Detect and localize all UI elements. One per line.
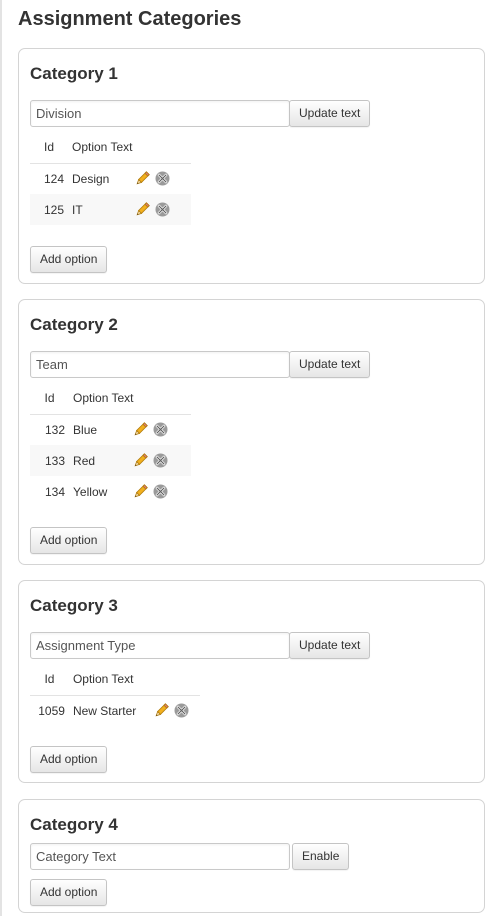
- update-text-button[interactable]: Update text: [289, 100, 371, 127]
- row-actions: [128, 476, 191, 507]
- id-column-header: Id: [30, 131, 68, 164]
- enable-button[interactable]: Enable: [292, 843, 350, 870]
- delete-x-icon[interactable]: [152, 452, 169, 469]
- row-actions: [128, 414, 191, 445]
- pencil-icon[interactable]: [132, 452, 149, 469]
- table-row: 125 IT: [30, 194, 191, 225]
- category-heading: Category 3: [30, 596, 118, 615]
- option-text-column-header: Option Text: [68, 663, 200, 696]
- delete-x-icon[interactable]: [154, 170, 171, 187]
- page-title: Assignment Categories: [18, 8, 242, 30]
- row-actions: [149, 695, 200, 726]
- left-border: [0, 0, 2, 916]
- option-id: 124: [43, 171, 64, 186]
- options-table: Id Option Text 132 Blue 133 Red 134 Yell…: [30, 382, 191, 507]
- add-option-button[interactable]: Add option: [30, 879, 108, 906]
- category-panel-4: Category 4 Enable Add option: [18, 799, 485, 913]
- options-table: Id Option Text 124 Design 125 IT: [30, 131, 191, 225]
- option-text: Red: [69, 445, 128, 476]
- delete-x-icon[interactable]: [154, 201, 171, 218]
- option-text: Blue: [73, 422, 98, 437]
- table-header-row: Id Option Text: [30, 382, 191, 415]
- table-row: 124 Design: [30, 163, 191, 194]
- table-row: 132 Blue: [30, 414, 191, 445]
- option-text: IT: [68, 194, 130, 225]
- table-row: 134 Yellow: [30, 476, 191, 507]
- update-text-button[interactable]: Update text: [289, 632, 371, 659]
- option-text: Yellow: [73, 484, 108, 499]
- category-panel-1: Category 1 Update text Id Option Text 12…: [18, 48, 485, 284]
- table-header-row: Id Option Text: [30, 131, 191, 164]
- option-id: 134: [45, 484, 66, 499]
- delete-x-icon[interactable]: [152, 421, 169, 438]
- table-header-row: Id Option Text: [30, 663, 200, 696]
- pencil-icon[interactable]: [132, 483, 149, 500]
- pencil-icon[interactable]: [132, 421, 149, 438]
- category-heading: Category 2: [30, 315, 118, 334]
- category-text-input[interactable]: [30, 100, 290, 127]
- option-text: New Starter: [72, 703, 137, 718]
- update-text-button[interactable]: Update text: [289, 351, 371, 378]
- table-row: 1059 New Starter: [30, 695, 200, 726]
- option-id: 133: [30, 445, 70, 476]
- options-table: Id Option Text 1059 New Starter: [30, 663, 200, 726]
- category-panel-2: Category 2 Update text Id Option Text 13…: [18, 299, 485, 565]
- category-text-input[interactable]: [30, 843, 290, 870]
- id-column-header: Id: [30, 382, 70, 415]
- pencil-icon[interactable]: [153, 702, 170, 719]
- id-column-header: Id: [30, 663, 69, 696]
- pencil-icon[interactable]: [134, 201, 151, 218]
- option-text: Design: [72, 171, 110, 186]
- table-row: 133 Red: [30, 445, 191, 476]
- add-option-button[interactable]: Add option: [30, 527, 108, 554]
- pencil-icon[interactable]: [134, 170, 151, 187]
- option-text-column-header: Option Text: [68, 131, 191, 164]
- category-panel-3: Category 3 Update text Id Option Text 10…: [18, 580, 485, 783]
- row-actions: [127, 445, 191, 476]
- option-id: 1059: [38, 703, 65, 718]
- option-text-column-header: Option Text: [69, 382, 191, 415]
- category-heading: Category 1: [30, 64, 118, 83]
- category-text-input[interactable]: [30, 351, 290, 378]
- category-text-input[interactable]: [30, 632, 290, 659]
- add-option-button[interactable]: Add option: [30, 246, 108, 273]
- add-option-button[interactable]: Add option: [30, 746, 108, 773]
- row-actions: [130, 163, 192, 194]
- row-actions: [129, 194, 191, 225]
- category-heading: Category 4: [30, 815, 118, 834]
- delete-x-icon[interactable]: [152, 483, 169, 500]
- option-id: 132: [45, 422, 66, 437]
- option-id: 125: [30, 194, 68, 225]
- delete-x-icon[interactable]: [173, 702, 190, 719]
